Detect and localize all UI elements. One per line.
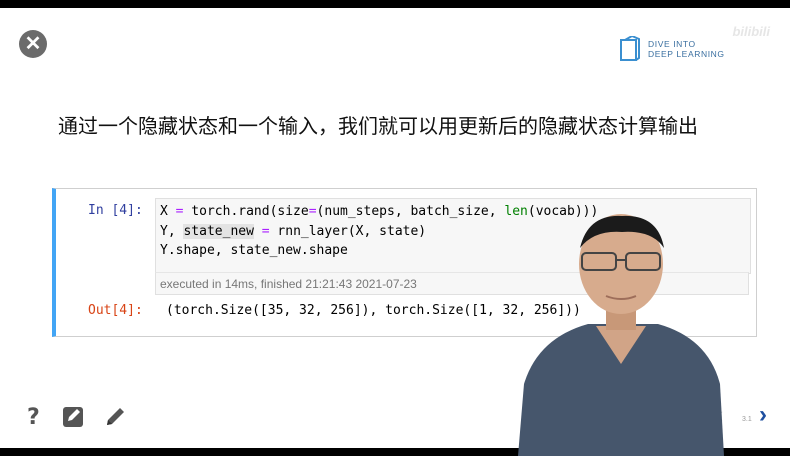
presenter-video-overlay <box>518 214 724 456</box>
logo-line-2: DEEP LEARNING <box>648 49 725 59</box>
logo-text: DIVE INTO DEEP LEARNING <box>648 39 725 59</box>
logo-book-icon <box>620 36 640 61</box>
slide-number: 3.1 <box>742 416 752 423</box>
help-icon[interactable]: ? <box>22 404 46 428</box>
course-logo: DIVE INTO DEEP LEARNING <box>620 36 725 62</box>
close-icon[interactable]: ✕ <box>19 30 47 58</box>
pencil-icon[interactable] <box>104 404 128 428</box>
slide-title: 通过一个隐藏状态和一个输入，我们就可以用更新后的隐藏状态计算输出 <box>58 114 698 138</box>
input-prompt: In [4]: <box>88 203 143 218</box>
output-prompt: Out[4]: <box>88 303 143 318</box>
edit-note-icon[interactable] <box>62 404 86 428</box>
next-slide-button[interactable]: › <box>759 401 767 429</box>
svg-text:?: ? <box>27 405 40 428</box>
code-line-3: Y.shape, state_new.shape <box>160 243 348 258</box>
code-line-2: Y, state_new = rnn_layer(X, state) <box>160 223 427 239</box>
logo-line-1: DIVE INTO <box>648 39 696 49</box>
watermark: bilibili <box>732 24 770 39</box>
